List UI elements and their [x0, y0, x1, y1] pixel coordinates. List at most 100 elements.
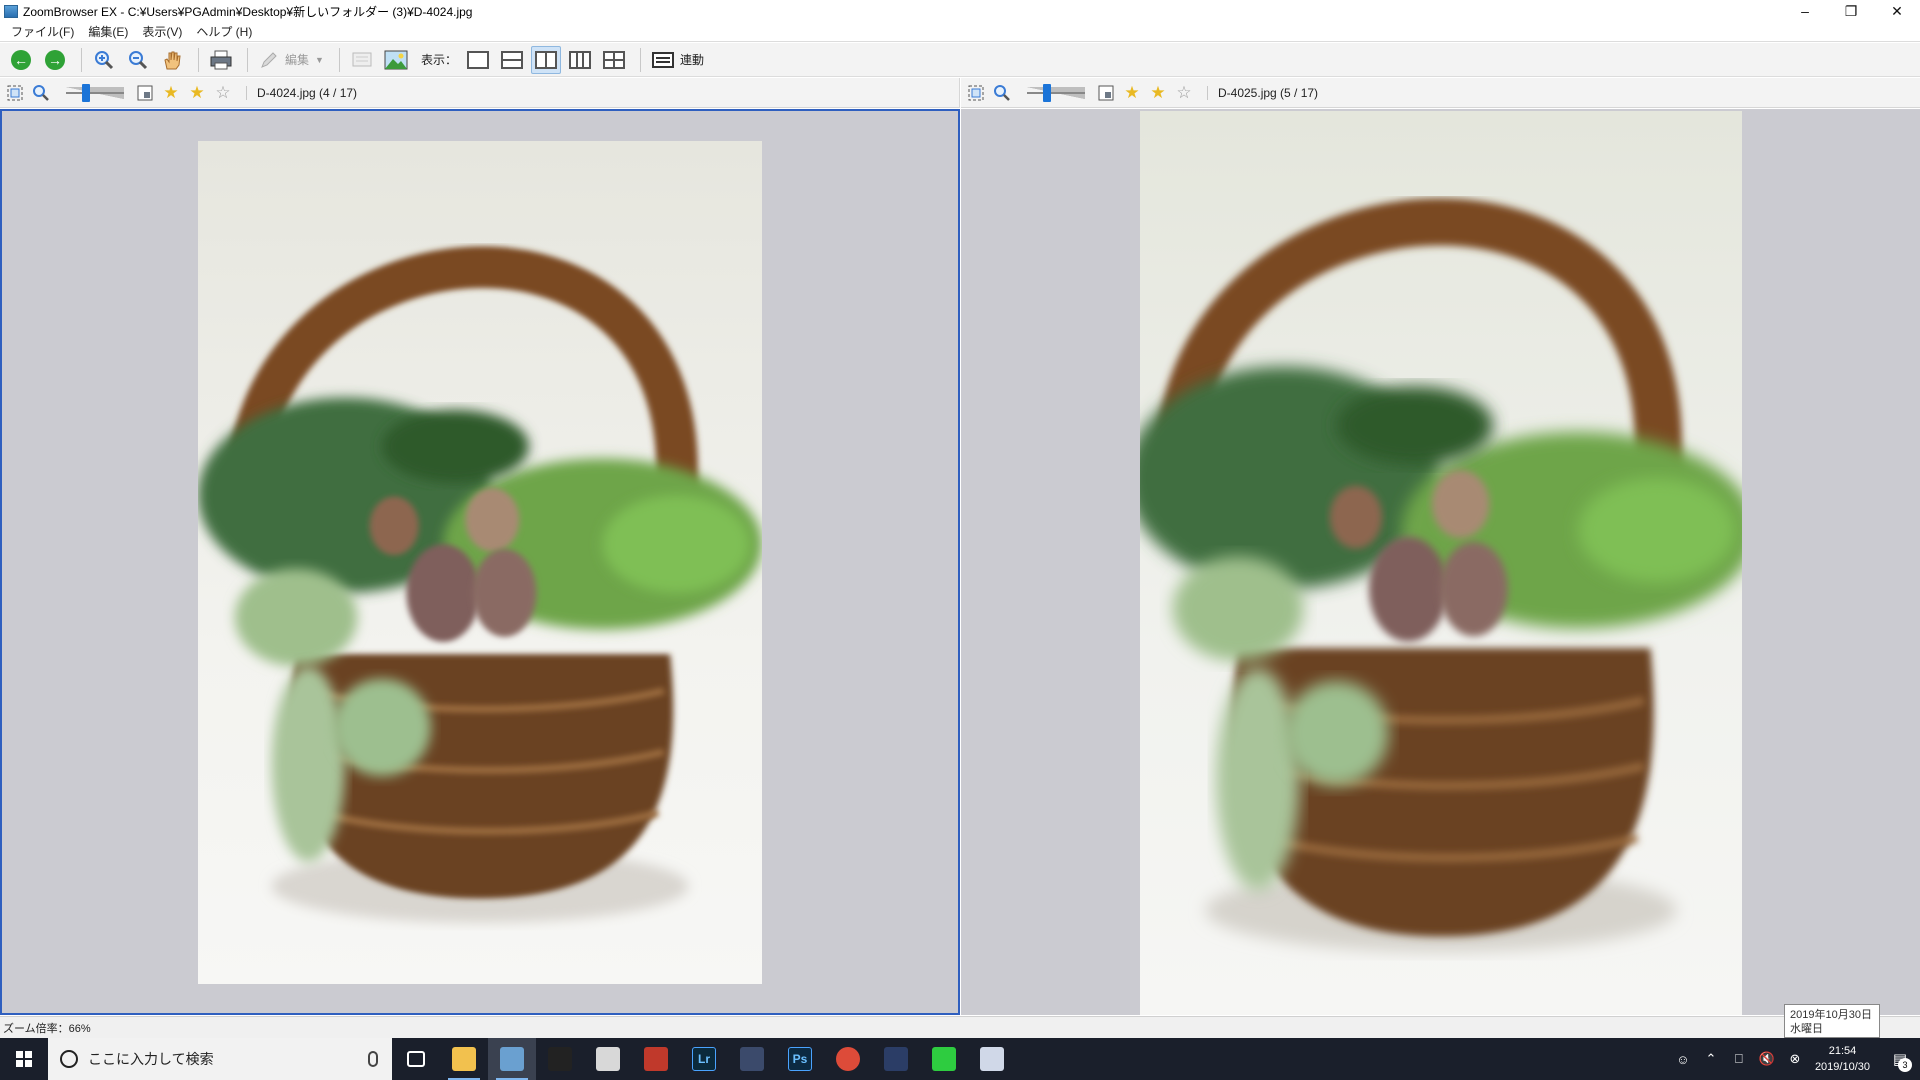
fit-to-window-button[interactable] [4, 82, 26, 104]
actual-size-button[interactable] [991, 82, 1013, 104]
print-button[interactable] [206, 46, 236, 74]
rating-star-2[interactable]: ★ [186, 83, 208, 103]
layout-three-column-icon [568, 50, 591, 69]
app-diamond-icon [740, 1047, 764, 1071]
info-window-button[interactable] [1095, 82, 1117, 104]
magnifier-icon [994, 84, 1010, 101]
fit-window-icon [968, 85, 984, 100]
sync-button[interactable]: 連動 [648, 46, 714, 74]
info-window-button[interactable] [134, 82, 156, 104]
taskbar-app-button[interactable] [968, 1038, 1016, 1080]
left-photo [198, 141, 762, 984]
minimize-button[interactable]: – [1782, 0, 1828, 22]
taskbar-app-button[interactable]: Ps [776, 1038, 824, 1080]
layout-single-icon [466, 50, 489, 69]
close-button[interactable]: ✕ [1874, 0, 1920, 22]
forward-button[interactable]: → [40, 46, 70, 74]
hand-icon [164, 51, 181, 69]
magnifier-icon [33, 84, 49, 101]
actual-size-button[interactable] [30, 82, 52, 104]
volume-muted-icon[interactable]: 🔇 [1756, 1038, 1778, 1080]
menu-help[interactable]: ヘルプ (H) [189, 23, 259, 40]
back-arrow-icon: ← [11, 49, 31, 70]
right-photo [1140, 111, 1742, 1015]
taskbar-search[interactable]: ここに入力して検索 [48, 1038, 392, 1080]
app-paint-icon [980, 1047, 1004, 1071]
taskbar-clock[interactable]: 21:54 2019/10/30 [1815, 1043, 1870, 1075]
fit-window-icon [7, 85, 23, 100]
taskbar-app-button[interactable]: Lr [680, 1038, 728, 1080]
layout-horizontal-split-button[interactable] [497, 46, 527, 74]
layout-grid-button[interactable] [599, 46, 629, 74]
cortana-icon [60, 1050, 78, 1068]
sync-label: 連動 [679, 53, 704, 67]
rating-star-1[interactable]: ★ [160, 83, 182, 103]
layout-horizontal-split-icon [500, 50, 523, 69]
taskbar-app-button[interactable] [392, 1038, 440, 1080]
app-green-icon [932, 1047, 956, 1071]
restore-button[interactable]: ❐ [1828, 0, 1874, 22]
zoom-slider[interactable] [66, 83, 124, 102]
toolbar-divider [198, 47, 199, 72]
slideshow-button[interactable] [347, 46, 377, 74]
zoom-slider[interactable] [1027, 83, 1085, 102]
layout-vertical-split-button[interactable] [530, 45, 561, 74]
taskbar-app-button[interactable] [488, 1038, 536, 1080]
network-icon[interactable]: ⎕ [1728, 1038, 1750, 1080]
taskbar-app-button[interactable] [584, 1038, 632, 1080]
zoom-status: ズーム倍率：66% [3, 1022, 91, 1035]
menu-edit[interactable]: 編集(E) [81, 23, 135, 40]
back-button[interactable]: ← [6, 46, 36, 74]
zoom-out-button[interactable] [123, 46, 153, 74]
microphone-icon[interactable] [368, 1051, 378, 1067]
toolbar-divider [338, 47, 340, 72]
taskbar-app-button[interactable] [728, 1038, 776, 1080]
lightroom-icon: Lr [692, 1047, 716, 1071]
fit-to-window-button[interactable] [965, 82, 987, 104]
rating-star-1[interactable]: ★ [1121, 83, 1143, 103]
menu-view[interactable]: 表示(V) [135, 23, 189, 40]
rating-star-3[interactable]: ☆ [212, 83, 234, 103]
taskbar-app-button[interactable] [920, 1038, 968, 1080]
edit-dropdown-button[interactable]: 編集 ▼ [255, 46, 328, 74]
taskbar-app-button[interactable] [632, 1038, 680, 1080]
left-image-viewer[interactable] [0, 109, 960, 1015]
zoom-in-button[interactable] [89, 46, 119, 74]
layout-grid-icon [602, 50, 625, 69]
zoom-slider-thumb[interactable] [82, 83, 90, 102]
layout-single-button[interactable] [463, 46, 493, 74]
action-center-button[interactable]: ▤ 3 [1880, 1038, 1920, 1080]
file-explorer-icon [452, 1047, 476, 1071]
image-view-button[interactable] [381, 46, 411, 74]
rating-star-3[interactable]: ☆ [1173, 83, 1195, 103]
right-image-viewer[interactable] [961, 109, 1920, 1015]
taskbar-app-button[interactable] [536, 1038, 584, 1080]
layout-three-column-button[interactable] [565, 46, 595, 74]
people-icon[interactable]: ☺ [1672, 1038, 1694, 1080]
forward-arrow-icon: → [45, 49, 65, 70]
chevron-up-icon[interactable]: ⌃ [1700, 1038, 1722, 1080]
taskbar-app-button[interactable] [440, 1038, 488, 1080]
right-panel-toolbar: ★ ★ ☆ D-4025.jpg (5 / 17) [961, 78, 1920, 108]
left-filename: D-4024.jpg (4 / 17) [246, 85, 357, 100]
edit-pencil-icon [261, 51, 277, 68]
system-tray: ☺ ⌃ ⎕ 🔇 ⊗ 21:54 2019/10/30 ▤ 3 [1669, 1038, 1920, 1080]
start-button[interactable] [0, 1038, 48, 1080]
taskbar-app-button[interactable] [824, 1038, 872, 1080]
app-black-icon [548, 1047, 572, 1071]
zoom-slider-thumb[interactable] [1043, 83, 1051, 102]
windows-logo-icon [16, 1051, 32, 1067]
zoombrowser-icon [500, 1047, 524, 1071]
taskbar-app-button[interactable] [872, 1038, 920, 1080]
taskbar: ここに入力して検索 Lr Ps ☺ ⌃ ⎕ 🔇 ⊗ 21:54 2019/10/3… [0, 1038, 1920, 1080]
chrome-icon [836, 1047, 860, 1071]
app-red-icon [644, 1047, 668, 1071]
defender-icon[interactable]: ⊗ [1784, 1038, 1806, 1080]
pan-hand-button[interactable] [157, 46, 187, 74]
photoshop-icon: Ps [788, 1047, 812, 1071]
menu-file[interactable]: ファイル(F) [4, 23, 81, 40]
landscape-image-icon [384, 50, 408, 69]
search-placeholder: ここに入力して検索 [88, 1051, 214, 1067]
app-notepad-icon [596, 1047, 620, 1071]
rating-star-2[interactable]: ★ [1147, 83, 1169, 103]
